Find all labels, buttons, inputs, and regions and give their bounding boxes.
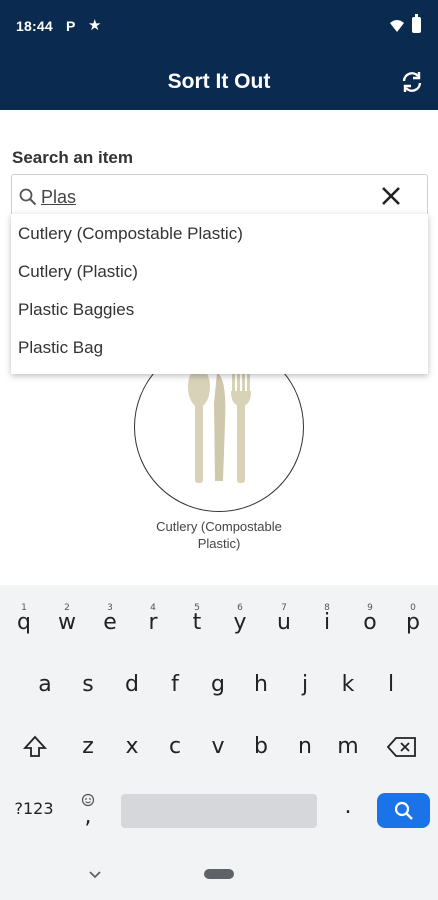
key-x[interactable]: x — [112, 725, 152, 769]
chevron-down-icon[interactable] — [88, 868, 102, 882]
star-icon: ★ — [88, 17, 102, 34]
key-b[interactable]: b — [241, 725, 281, 769]
keyboard-search-button[interactable] — [377, 793, 430, 828]
key-hint: 1 — [21, 603, 27, 613]
key-d[interactable]: d — [112, 663, 152, 707]
key-label: w — [58, 610, 76, 635]
period-key[interactable]: . — [328, 785, 368, 829]
comma-key[interactable]: , — [70, 787, 106, 831]
key-t[interactable]: 5t — [177, 601, 217, 645]
search-label: Search an item — [12, 148, 133, 167]
key-y[interactable]: 6y — [220, 601, 260, 645]
key-n[interactable]: n — [285, 725, 325, 769]
key-label: q — [17, 610, 31, 635]
wifi-icon — [390, 20, 404, 32]
key-u[interactable]: 7u — [264, 601, 304, 645]
battery-icon — [412, 14, 421, 33]
suggestion-dropdown: Cutlery (Compostable Plastic) Cutlery (P… — [11, 214, 428, 374]
key-hint: 4 — [150, 603, 156, 613]
symbols-key[interactable]: ?123 — [8, 787, 60, 831]
key-hint: 9 — [367, 603, 373, 613]
suggestion-item[interactable]: Cutlery (Plastic) — [18, 262, 138, 282]
key-r[interactable]: 4r — [133, 601, 173, 645]
key-w[interactable]: 2w — [47, 601, 87, 645]
key-c[interactable]: c — [155, 725, 195, 769]
key-f[interactable]: f — [155, 663, 195, 707]
key-hint: 7 — [281, 603, 287, 613]
key-hint: 8 — [324, 603, 330, 613]
key-hint: 6 — [237, 603, 243, 613]
key-k[interactable]: k — [328, 663, 368, 707]
search-icon — [19, 188, 37, 206]
key-l[interactable]: l — [371, 663, 411, 707]
key-g[interactable]: g — [198, 663, 238, 707]
parking-notification-icon: P — [66, 18, 76, 34]
key-q[interactable]: 1q — [4, 601, 44, 645]
key-hint: 2 — [64, 603, 70, 613]
key-s[interactable]: s — [68, 663, 108, 707]
result-caption: Cutlery (Compostable Plastic) — [156, 519, 282, 551]
key-label: o — [363, 610, 377, 635]
key-i[interactable]: 8i — [307, 601, 347, 645]
key-a[interactable]: a — [25, 663, 65, 707]
shift-icon[interactable] — [15, 725, 55, 769]
search-field[interactable] — [11, 174, 428, 216]
home-pill-icon[interactable] — [204, 869, 234, 879]
key-p[interactable]: 0p — [393, 601, 433, 645]
refresh-icon[interactable] — [400, 70, 424, 94]
app-bar: Sort It Out — [0, 52, 438, 110]
status-time: 18:44 — [16, 18, 53, 34]
key-label: i — [323, 610, 331, 635]
system-nav-bar — [0, 850, 438, 900]
close-icon[interactable] — [380, 185, 402, 207]
key-label: t — [192, 610, 202, 635]
key-hint: 0 — [410, 603, 416, 613]
search-input[interactable] — [41, 183, 371, 211]
backspace-icon — [386, 737, 416, 757]
key-label: e — [103, 610, 117, 635]
status-bar: 18:44 P ★ — [0, 0, 438, 52]
shift-icon — [22, 735, 48, 757]
backspace-icon[interactable] — [382, 725, 422, 769]
key-o[interactable]: 9o — [350, 601, 390, 645]
suggestion-item[interactable]: Plastic Baggies — [18, 300, 134, 320]
key-v[interactable]: v — [198, 725, 238, 769]
comma-label: , — [84, 804, 92, 829]
space-bar[interactable] — [121, 794, 317, 828]
key-h[interactable]: h — [241, 663, 281, 707]
key-z[interactable]: z — [68, 725, 108, 769]
key-hint: 5 — [194, 603, 200, 613]
key-j[interactable]: j — [285, 663, 325, 707]
key-e[interactable]: 3e — [90, 601, 130, 645]
key-label: p — [406, 610, 420, 635]
app-title: Sort It Out — [167, 70, 271, 93]
key-label: y — [233, 610, 247, 635]
suggestion-item[interactable]: Cutlery (Compostable Plastic) — [18, 224, 243, 244]
key-m[interactable]: m — [328, 725, 368, 769]
key-label: u — [277, 610, 291, 635]
suggestion-item[interactable]: Plastic Bag — [18, 338, 103, 358]
key-label: r — [148, 610, 158, 635]
search-icon — [394, 801, 413, 820]
soft-keyboard: 1q 2w 3e 4r 5t 6y 7u 8i 9o 0p a s d f g … — [0, 585, 438, 850]
key-hint: 3 — [107, 603, 113, 613]
